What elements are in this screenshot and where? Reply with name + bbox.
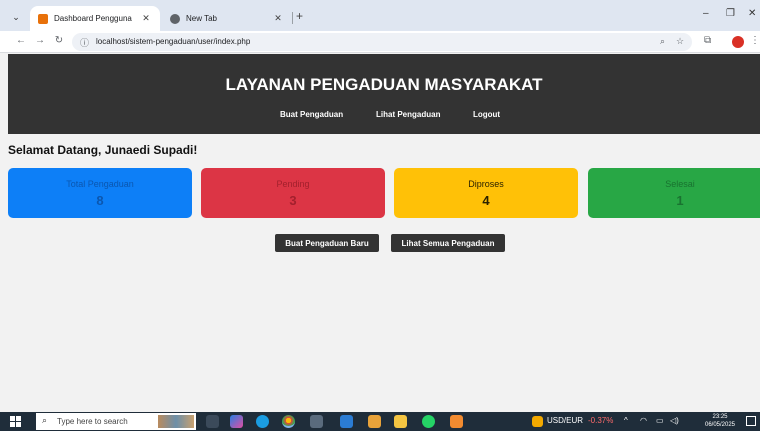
restore-icon[interactable]: ❐ xyxy=(726,8,735,19)
minimize-icon[interactable]: – xyxy=(703,8,709,19)
close-window-icon[interactable]: ✕ xyxy=(748,8,756,19)
zoom-icon[interactable]: ⌕ xyxy=(660,36,665,47)
chrome-icon[interactable] xyxy=(282,415,295,428)
volume-icon[interactable]: ◁) xyxy=(670,416,679,425)
stat-card-total: Total Pengaduan 8 xyxy=(8,168,192,218)
xampp-icon[interactable] xyxy=(450,415,463,428)
whatsapp-icon[interactable] xyxy=(422,415,435,428)
word-icon[interactable] xyxy=(340,415,353,428)
nav-lihat-pengaduan[interactable]: Lihat Pengaduan xyxy=(376,110,440,119)
stat-count: 3 xyxy=(289,193,297,208)
stat-card-diproses: Diproses 4 xyxy=(394,168,578,218)
menu-dots-icon[interactable]: ⋮ xyxy=(750,35,760,46)
tab-title: Dashboard Pengguna xyxy=(54,14,132,23)
tab-title: New Tab xyxy=(186,14,217,23)
notification-icon[interactable] xyxy=(746,416,756,426)
chrome-favicon-icon xyxy=(170,13,180,24)
address-bar[interactable]: ⓘ localhost/sistem-pengaduan/user/index.… xyxy=(72,33,692,51)
browser-tab-bar: ⌄ Dashboard Pengguna ✕ New Tab ✕ + – ❐ ✕ xyxy=(0,0,760,31)
tab-new-tab[interactable]: New Tab ✕ xyxy=(162,6,292,31)
back-icon[interactable]: ← xyxy=(14,35,28,46)
welcome-heading: Selamat Datang, Junaedi Supadi! xyxy=(8,143,198,157)
search-icon: ⌕ xyxy=(42,415,48,425)
search-highlight-image xyxy=(158,415,194,428)
battery-icon[interactable]: ▭ xyxy=(656,416,664,425)
tab-separator xyxy=(292,12,293,24)
site-info-icon[interactable]: ⓘ xyxy=(80,36,89,49)
close-tab-icon[interactable]: ✕ xyxy=(140,13,152,24)
task-view-icon[interactable] xyxy=(206,415,219,428)
extensions-icon[interactable]: ⧉ xyxy=(704,35,711,46)
sublime-icon[interactable] xyxy=(368,415,381,428)
reload-icon[interactable]: ↻ xyxy=(52,35,66,46)
currency-pair[interactable]: USD/EUR xyxy=(547,416,583,425)
forward-icon[interactable]: → xyxy=(33,35,47,46)
stat-label: Pending xyxy=(276,179,310,189)
url-text: localhost/sistem-pengaduan/user/index.ph… xyxy=(96,37,251,46)
clock-time: 23:25 xyxy=(712,414,728,420)
tray-chevron-icon[interactable]: ^ xyxy=(624,416,628,425)
profile-avatar[interactable] xyxy=(732,36,744,48)
stat-card-selesai: Selesai 1 xyxy=(588,168,760,218)
taskbar-clock[interactable]: 23:25 06/05/2025 xyxy=(700,413,740,429)
site-favicon-icon xyxy=(38,13,48,24)
network-icon[interactable]: ◠ xyxy=(640,416,647,425)
page-body: LAYANAN PENGADUAN MASYARAKAT Buat Pengad… xyxy=(0,54,760,412)
new-tab-icon[interactable]: + xyxy=(296,9,303,23)
stat-count: 4 xyxy=(482,193,490,208)
create-complaint-button[interactable]: Buat Pengaduan Baru xyxy=(275,234,379,252)
windows-taskbar: ⌕ Type here to search USD/EUR -0.37% ^ ◠… xyxy=(0,412,760,431)
windows-start-icon[interactable] xyxy=(10,416,21,427)
bookmark-star-icon[interactable]: ☆ xyxy=(676,36,684,47)
taskbar-search-placeholder: Type here to search xyxy=(57,417,128,426)
edge-icon[interactable] xyxy=(256,415,269,428)
copilot-icon[interactable] xyxy=(230,415,243,428)
file-explorer-icon[interactable] xyxy=(394,415,407,428)
stat-label: Total Pengaduan xyxy=(66,179,134,189)
site-header: LAYANAN PENGADUAN MASYARAKAT Buat Pengad… xyxy=(8,54,760,134)
tab-search-icon[interactable]: ⌄ xyxy=(8,9,24,25)
browser-toolbar: ← → ↻ ⓘ localhost/sistem-pengaduan/user/… xyxy=(0,31,760,53)
stat-count: 1 xyxy=(676,193,684,208)
view-all-complaints-button[interactable]: Lihat Semua Pengaduan xyxy=(391,234,505,252)
nav-logout[interactable]: Logout xyxy=(473,110,500,119)
stat-count: 8 xyxy=(96,193,104,208)
stat-card-pending: Pending 3 xyxy=(201,168,385,218)
stat-label: Selesai xyxy=(665,179,695,189)
currency-change: -0.37% xyxy=(588,416,614,425)
stat-label: Diproses xyxy=(468,179,504,189)
nav-buat-pengaduan[interactable]: Buat Pengaduan xyxy=(280,110,343,119)
tab-dashboard[interactable]: Dashboard Pengguna ✕ xyxy=(30,6,160,31)
site-title: LAYANAN PENGADUAN MASYARAKAT xyxy=(225,75,543,94)
currency-widget-icon xyxy=(532,416,543,427)
close-tab-icon[interactable]: ✕ xyxy=(272,13,284,24)
taskbar-search[interactable]: ⌕ Type here to search xyxy=(36,413,196,430)
store-icon[interactable] xyxy=(310,415,323,428)
clock-date: 06/05/2025 xyxy=(704,422,736,428)
